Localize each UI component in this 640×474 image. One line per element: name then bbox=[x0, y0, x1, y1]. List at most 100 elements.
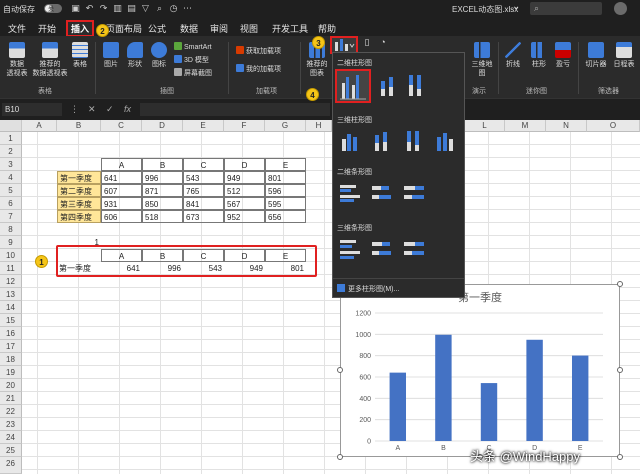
table1-cell[interactable]: 518 bbox=[142, 210, 183, 223]
percent-bar-icon[interactable] bbox=[401, 181, 427, 205]
table1-cell[interactable]: 512 bbox=[224, 184, 265, 197]
column-header[interactable]: A bbox=[22, 120, 57, 132]
row-header[interactable]: 26 bbox=[0, 457, 22, 474]
more-column-charts-link[interactable]: 更多柱形图(M)... bbox=[337, 284, 399, 294]
column-header[interactable]: F bbox=[224, 120, 265, 132]
redo-icon[interactable]: ↷ bbox=[98, 3, 109, 14]
row-header[interactable]: 25 bbox=[0, 444, 22, 457]
table1-row-label[interactable]: 第四季度 bbox=[57, 210, 101, 223]
cancel-icon[interactable]: ✕ bbox=[88, 104, 96, 115]
row-header[interactable]: 19 bbox=[0, 366, 22, 379]
table1-cell[interactable]: 949 bbox=[224, 171, 265, 184]
table1-cell[interactable]: 673 bbox=[183, 210, 224, 223]
slicer-button[interactable]: 切片器 bbox=[582, 42, 610, 69]
row-header[interactable]: 5 bbox=[0, 184, 22, 197]
tab-data[interactable]: 数据 bbox=[180, 22, 198, 35]
column-header[interactable]: D bbox=[142, 120, 183, 132]
table1-cell[interactable]: 850 bbox=[142, 197, 183, 210]
function-icon[interactable]: fx bbox=[124, 104, 131, 114]
table1-cell[interactable]: 952 bbox=[224, 210, 265, 223]
table1-header-cell[interactable]: E bbox=[265, 158, 306, 171]
tab-review[interactable]: 审阅 bbox=[210, 22, 228, 35]
chart-quick-icon[interactable]: ▥ bbox=[112, 3, 123, 14]
column-header[interactable]: G bbox=[265, 120, 306, 132]
tab-view[interactable]: 视图 bbox=[240, 22, 258, 35]
table1-cell[interactable]: 596 bbox=[265, 184, 306, 197]
table1-header-cell[interactable]: A bbox=[101, 158, 142, 171]
tab-page-layout[interactable]: 页面布局 bbox=[106, 22, 142, 35]
tab-help[interactable]: 帮助 bbox=[318, 22, 336, 35]
3d-percent-bar-icon[interactable] bbox=[401, 237, 427, 261]
line-chart-button[interactable]: ▯ bbox=[360, 38, 374, 47]
row-header[interactable]: 20 bbox=[0, 379, 22, 392]
row-header[interactable]: 10 bbox=[0, 249, 22, 262]
column-chart[interactable]: 第一季度 0 200 400 600 800 1000 1200 A B C D E bbox=[340, 284, 620, 457]
table1-cell[interactable]: 595 bbox=[265, 197, 306, 210]
chart-bar[interactable] bbox=[571, 355, 589, 441]
select-all-corner[interactable] bbox=[0, 120, 22, 132]
row-header[interactable]: 13 bbox=[0, 288, 22, 301]
save-icon[interactable]: ▣ bbox=[70, 3, 81, 14]
table1-cell[interactable]: 641 bbox=[101, 171, 142, 184]
row-header[interactable]: 24 bbox=[0, 431, 22, 444]
table1-cell[interactable]: 801 bbox=[265, 171, 306, 184]
filter-quick-icon[interactable]: ▽ bbox=[140, 3, 151, 14]
sparkline-column-button[interactable]: 柱形 bbox=[528, 42, 550, 69]
screenshot-button[interactable]: 屏幕截图 bbox=[174, 68, 212, 78]
table1-cell[interactable]: 931 bbox=[101, 197, 142, 210]
3d-model-button[interactable]: 3D 模型 bbox=[174, 55, 209, 65]
row-header[interactable]: 14 bbox=[0, 301, 22, 314]
row-header[interactable]: 11 bbox=[0, 262, 22, 275]
table1-row-label[interactable]: 第二季度 bbox=[57, 184, 101, 197]
stacked-column-icon[interactable] bbox=[375, 73, 401, 97]
shapes-button[interactable]: 形状 bbox=[124, 42, 146, 69]
row-header[interactable]: 4 bbox=[0, 171, 22, 184]
percent-column-icon[interactable] bbox=[403, 73, 429, 97]
tab-home[interactable]: 开始 bbox=[38, 22, 56, 35]
3d-percent-column-icon[interactable] bbox=[401, 129, 427, 153]
table1-header-cell[interactable]: D bbox=[224, 158, 265, 171]
icons-button[interactable]: 图标 bbox=[148, 42, 170, 69]
row-header[interactable]: 1 bbox=[0, 132, 22, 145]
tab-file[interactable]: 文件 bbox=[8, 22, 26, 35]
3d-stacked-column-icon[interactable] bbox=[369, 129, 395, 153]
table1-cell[interactable]: 996 bbox=[142, 171, 183, 184]
row-header[interactable]: 6 bbox=[0, 197, 22, 210]
stacked-bar-icon[interactable] bbox=[369, 181, 395, 205]
pivot-table-button[interactable]: 数据 透视表 bbox=[3, 42, 31, 78]
row-header[interactable]: 8 bbox=[0, 223, 22, 236]
chart-bar[interactable] bbox=[435, 334, 452, 441]
table1-header-cell[interactable]: B bbox=[142, 158, 183, 171]
search-quick-icon[interactable]: ⌕ bbox=[154, 3, 165, 14]
column-header[interactable]: O bbox=[587, 120, 640, 132]
smartart-button[interactable]: SmartArt bbox=[174, 42, 212, 51]
row-header[interactable]: 22 bbox=[0, 405, 22, 418]
chart-bar[interactable] bbox=[480, 383, 498, 441]
get-addins-button[interactable]: 获取加载项 bbox=[236, 46, 281, 56]
sparkline-line-button[interactable]: 折线 bbox=[502, 42, 524, 69]
name-box[interactable]: B10 bbox=[2, 103, 62, 116]
quick-access-overflow-icon[interactable]: ⋯ bbox=[182, 3, 193, 14]
search-box[interactable]: ⌕ bbox=[530, 2, 602, 15]
formula-input[interactable] bbox=[140, 103, 330, 116]
recommended-pivot-button[interactable]: 推荐的 数据透视表 bbox=[30, 42, 70, 78]
pictures-button[interactable]: 图片 bbox=[100, 42, 122, 69]
table1-cell[interactable]: 765 bbox=[183, 184, 224, 197]
tab-formulas[interactable]: 公式 bbox=[148, 22, 166, 35]
avatar[interactable] bbox=[614, 2, 627, 15]
row-header[interactable]: 12 bbox=[0, 275, 22, 288]
chart-bar[interactable] bbox=[526, 339, 543, 441]
chart-resize-handle[interactable] bbox=[617, 281, 623, 287]
sparkline-winloss-button[interactable]: 盈亏 bbox=[552, 42, 574, 69]
row-header[interactable]: 18 bbox=[0, 353, 22, 366]
name-box-dropdown-icon[interactable]: ⋮ bbox=[70, 104, 79, 115]
form-quick-icon[interactable]: ▤ bbox=[126, 3, 137, 14]
table1-cell[interactable]: 841 bbox=[183, 197, 224, 210]
timeline-button[interactable]: 日程表 bbox=[610, 42, 638, 69]
my-addins-button[interactable]: 我的加载项 bbox=[236, 64, 281, 74]
table1-row-label[interactable]: 第一季度 bbox=[57, 171, 101, 184]
row-header[interactable]: 9 bbox=[0, 236, 22, 249]
table1-cell[interactable]: 606 bbox=[101, 210, 142, 223]
row-header[interactable]: 21 bbox=[0, 392, 22, 405]
chart-resize-handle[interactable] bbox=[617, 367, 623, 373]
